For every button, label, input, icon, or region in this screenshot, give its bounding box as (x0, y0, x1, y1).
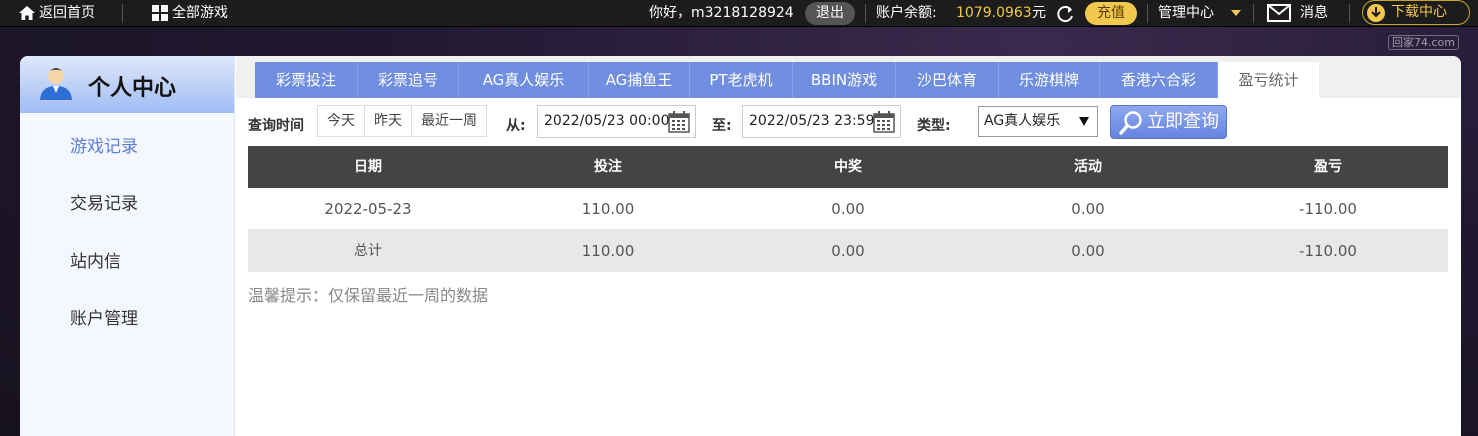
to-date-input[interactable]: 2022/05/23 23:59 (742, 105, 901, 138)
cell-total-label: 总计 (354, 243, 382, 259)
table-header-row: 日期 投注 中奖 活动 盈亏 (248, 146, 1448, 188)
download-center-label: 下载中心 (1391, 4, 1447, 20)
recharge-button[interactable]: 充值 (1085, 2, 1137, 25)
divider (865, 4, 866, 23)
personal-center-panel: 个人中心 游戏记录 交易记录 站内信 账户管理 彩票投注 彩票追号 AG真人娱乐… (20, 56, 1461, 436)
to-date-value: 2022/05/23 23:59 (749, 113, 875, 129)
sidebar-item-account-management[interactable]: 账户管理 (70, 304, 138, 329)
cell-profit-loss: -110.00 (1299, 200, 1357, 218)
sidebar: 个人中心 游戏记录 交易记录 站内信 账户管理 (20, 56, 235, 436)
dropdown-arrow-icon (1079, 117, 1089, 126)
cell-total-bet: 110.00 (581, 242, 635, 260)
cell-date: 2022-05-23 (324, 200, 412, 218)
sidebar-item-inbox[interactable]: 站内信 (70, 247, 121, 272)
query-time-label: 查询时间 (248, 118, 304, 134)
messages-link[interactable]: 消息 (1300, 0, 1328, 27)
tab-bbin-games[interactable]: BBIN游戏 (793, 62, 896, 98)
type-select-value: AG真人娱乐 (984, 113, 1061, 129)
quick-range-group: 今天 昨天 最近一周 (317, 105, 487, 137)
all-games-label: 全部游戏 (172, 5, 228, 21)
data-retention-tip: 温馨提示：仅保留最近一周的数据 (248, 286, 489, 305)
tab-saba-sports[interactable]: 沙巴体育 (896, 62, 999, 98)
home-link-label: 返回首页 (39, 5, 95, 21)
last-week-button[interactable]: 最近一周 (412, 106, 486, 136)
to-label: 至: (712, 118, 732, 134)
cell-activity: 0.00 (1071, 200, 1105, 218)
admin-center-link[interactable]: 管理中心 (1158, 0, 1214, 27)
tab-lottery-bets[interactable]: 彩票投注 (255, 62, 358, 98)
cell-total-activity: 0.00 (1071, 242, 1105, 260)
tab-hk-mark-six[interactable]: 香港六合彩 (1100, 62, 1218, 98)
divider (1253, 4, 1254, 23)
today-button[interactable]: 今天 (318, 106, 365, 136)
divider (1147, 4, 1148, 23)
tab-leyou-chess[interactable]: 乐游棋牌 (999, 62, 1100, 98)
user-icon (40, 68, 72, 100)
all-games-link[interactable]: 全部游戏 (152, 0, 228, 27)
filter-bar: 查询时间 今天 昨天 最近一周 从: 2022/05/23 00:00 至: 2… (236, 98, 1461, 146)
column-header-winnings: 中奖 (834, 159, 862, 175)
home-icon (19, 6, 35, 20)
greeting-text: 你好，m3218128924 (649, 5, 794, 21)
download-center-button[interactable]: 下载中心 (1362, 0, 1470, 25)
mail-icon[interactable] (1267, 4, 1291, 22)
refresh-icon[interactable] (1055, 4, 1075, 24)
sidebar-header: 个人中心 (20, 56, 234, 113)
from-date-value: 2022/05/23 00:00 (544, 113, 670, 129)
table-row: 2022-05-23 110.00 0.00 0.00 -110.00 (248, 188, 1448, 230)
calendar-icon[interactable] (668, 111, 690, 133)
divider (1349, 4, 1350, 23)
download-icon (1367, 4, 1385, 22)
column-header-profit-loss: 盈亏 (1314, 159, 1342, 175)
table-total-row: 总计 110.00 0.00 0.00 -110.00 (248, 230, 1448, 272)
watermark: 回家74.com (1388, 35, 1459, 50)
from-date-input[interactable]: 2022/05/23 00:00 (537, 105, 696, 138)
tab-profit-loss[interactable]: 盈亏统计 (1218, 62, 1319, 99)
search-button-label: 立即查询 (1147, 111, 1219, 132)
yesterday-button[interactable]: 昨天 (365, 106, 412, 136)
column-header-date: 日期 (354, 159, 382, 175)
cell-bet: 110.00 (581, 200, 635, 218)
grid-icon (152, 5, 168, 21)
logout-button[interactable]: 退出 (805, 2, 855, 25)
type-select[interactable]: AG真人娱乐 (978, 106, 1098, 137)
sidebar-item-transaction-records[interactable]: 交易记录 (70, 189, 138, 214)
calendar-icon[interactable] (873, 111, 895, 133)
cell-total-winnings: 0.00 (831, 242, 865, 260)
column-header-activity: 活动 (1074, 159, 1102, 175)
divider (122, 4, 123, 23)
chevron-down-icon[interactable] (1231, 10, 1241, 16)
search-icon (1119, 111, 1142, 135)
tab-ag-fishing[interactable]: AG捕鱼王 (589, 62, 690, 98)
type-label: 类型: (917, 118, 951, 134)
balance-label: 账户余额: (876, 5, 937, 21)
balance-value: 1079.0963 (956, 5, 1032, 21)
home-link[interactable]: 返回首页 (19, 0, 95, 27)
cell-total-profit-loss: -110.00 (1299, 242, 1357, 260)
tab-pt-slots[interactable]: PT老虎机 (690, 62, 793, 98)
content-area: 彩票投注 彩票追号 AG真人娱乐 AG捕鱼王 PT老虎机 BBIN游戏 沙巴体育… (236, 56, 1461, 436)
search-button[interactable]: 立即查询 (1110, 105, 1227, 139)
sidebar-item-game-records[interactable]: 游戏记录 (70, 132, 138, 157)
column-header-bet: 投注 (594, 159, 622, 175)
tab-lottery-chase[interactable]: 彩票追号 (358, 62, 459, 98)
profit-loss-table: 日期 投注 中奖 活动 盈亏 2022-05-23 110.00 0.00 0.… (248, 146, 1448, 272)
balance-unit: 元 (1032, 5, 1046, 21)
sidebar-title: 个人中心 (88, 76, 177, 101)
cell-winnings: 0.00 (831, 200, 865, 218)
top-bar: 返回首页 全部游戏 你好，m3218128924 退出 账户余额: 1079.0… (0, 0, 1478, 27)
tab-ag-live[interactable]: AG真人娱乐 (459, 62, 589, 98)
from-label: 从: (506, 118, 526, 134)
